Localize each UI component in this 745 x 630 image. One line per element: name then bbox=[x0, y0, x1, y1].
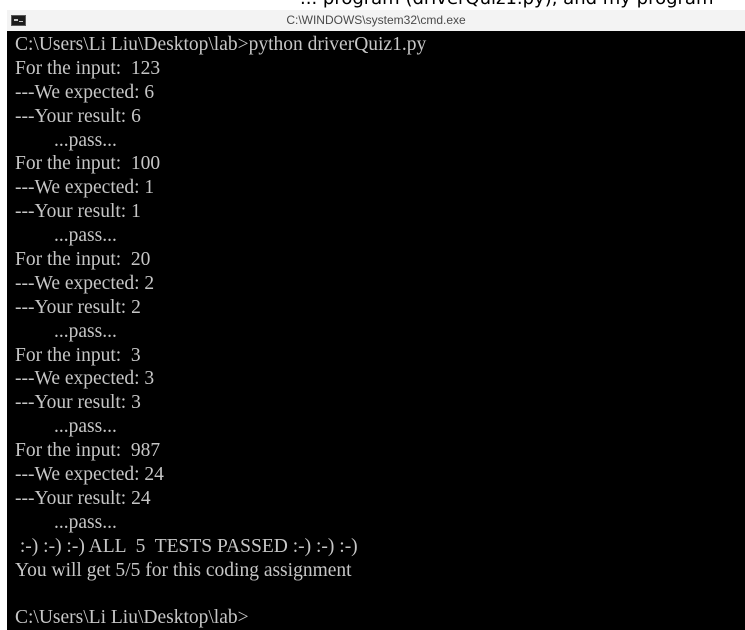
console-line: C:\Users\Li Liu\Desktop\lab>python drive… bbox=[15, 34, 427, 55]
console-line: ---We expected: 24 bbox=[15, 464, 164, 486]
console-line: ---Your result: 6 bbox=[15, 105, 141, 127]
partial-document-text: ... program (driverQuiz1.py), and my pro… bbox=[300, 0, 714, 9]
console-line: ---Your result: 1 bbox=[15, 201, 141, 223]
window-title: C:\WINDOWS\system32\cmd.exe bbox=[286, 13, 466, 27]
console-line: ---Your result: 3 bbox=[15, 392, 141, 414]
console-line: For the input: 20 bbox=[15, 249, 151, 271]
console-line: For the input: 3 bbox=[15, 344, 141, 366]
console-line: ---Your result: 2 bbox=[15, 296, 141, 318]
console-line: ...pass... bbox=[15, 129, 117, 151]
partial-document-text-strip: ... program (driverQuiz1.py), and my pro… bbox=[0, 0, 745, 10]
title-bar[interactable]: C:\WINDOWS\system32\cmd.exe bbox=[7, 10, 745, 31]
console-line: For the input: 123 bbox=[15, 57, 161, 79]
console-output[interactable]: C:\Users\Li Liu\Desktop\lab>python drive… bbox=[15, 33, 735, 630]
console-line: ---Your result: 24 bbox=[15, 487, 151, 509]
console-line: ...pass... bbox=[15, 225, 117, 247]
console-line: ...pass... bbox=[15, 320, 117, 342]
console-line: You will get 5/5 for this coding assignm… bbox=[15, 559, 352, 581]
cmd-window[interactable]: C:\WINDOWS\system32\cmd.exe C:\Users\Li … bbox=[7, 10, 745, 630]
console-line: ...pass... bbox=[15, 511, 117, 533]
console-line: :-) :-) :-) ALL 5 TESTS PASSED :-) :-) :… bbox=[15, 535, 358, 557]
console-line: C:\Users\Li Liu\Desktop\lab> bbox=[15, 607, 249, 629]
console-line: ...pass... bbox=[15, 416, 117, 438]
console-line: ---We expected: 1 bbox=[15, 177, 155, 199]
console-line: For the input: 100 bbox=[15, 153, 161, 175]
console-line: ---We expected: 2 bbox=[15, 272, 155, 294]
console-line: ---We expected: 6 bbox=[15, 81, 155, 103]
console-line: For the input: 987 bbox=[15, 440, 161, 462]
console-line: ---We expected: 3 bbox=[15, 368, 155, 390]
